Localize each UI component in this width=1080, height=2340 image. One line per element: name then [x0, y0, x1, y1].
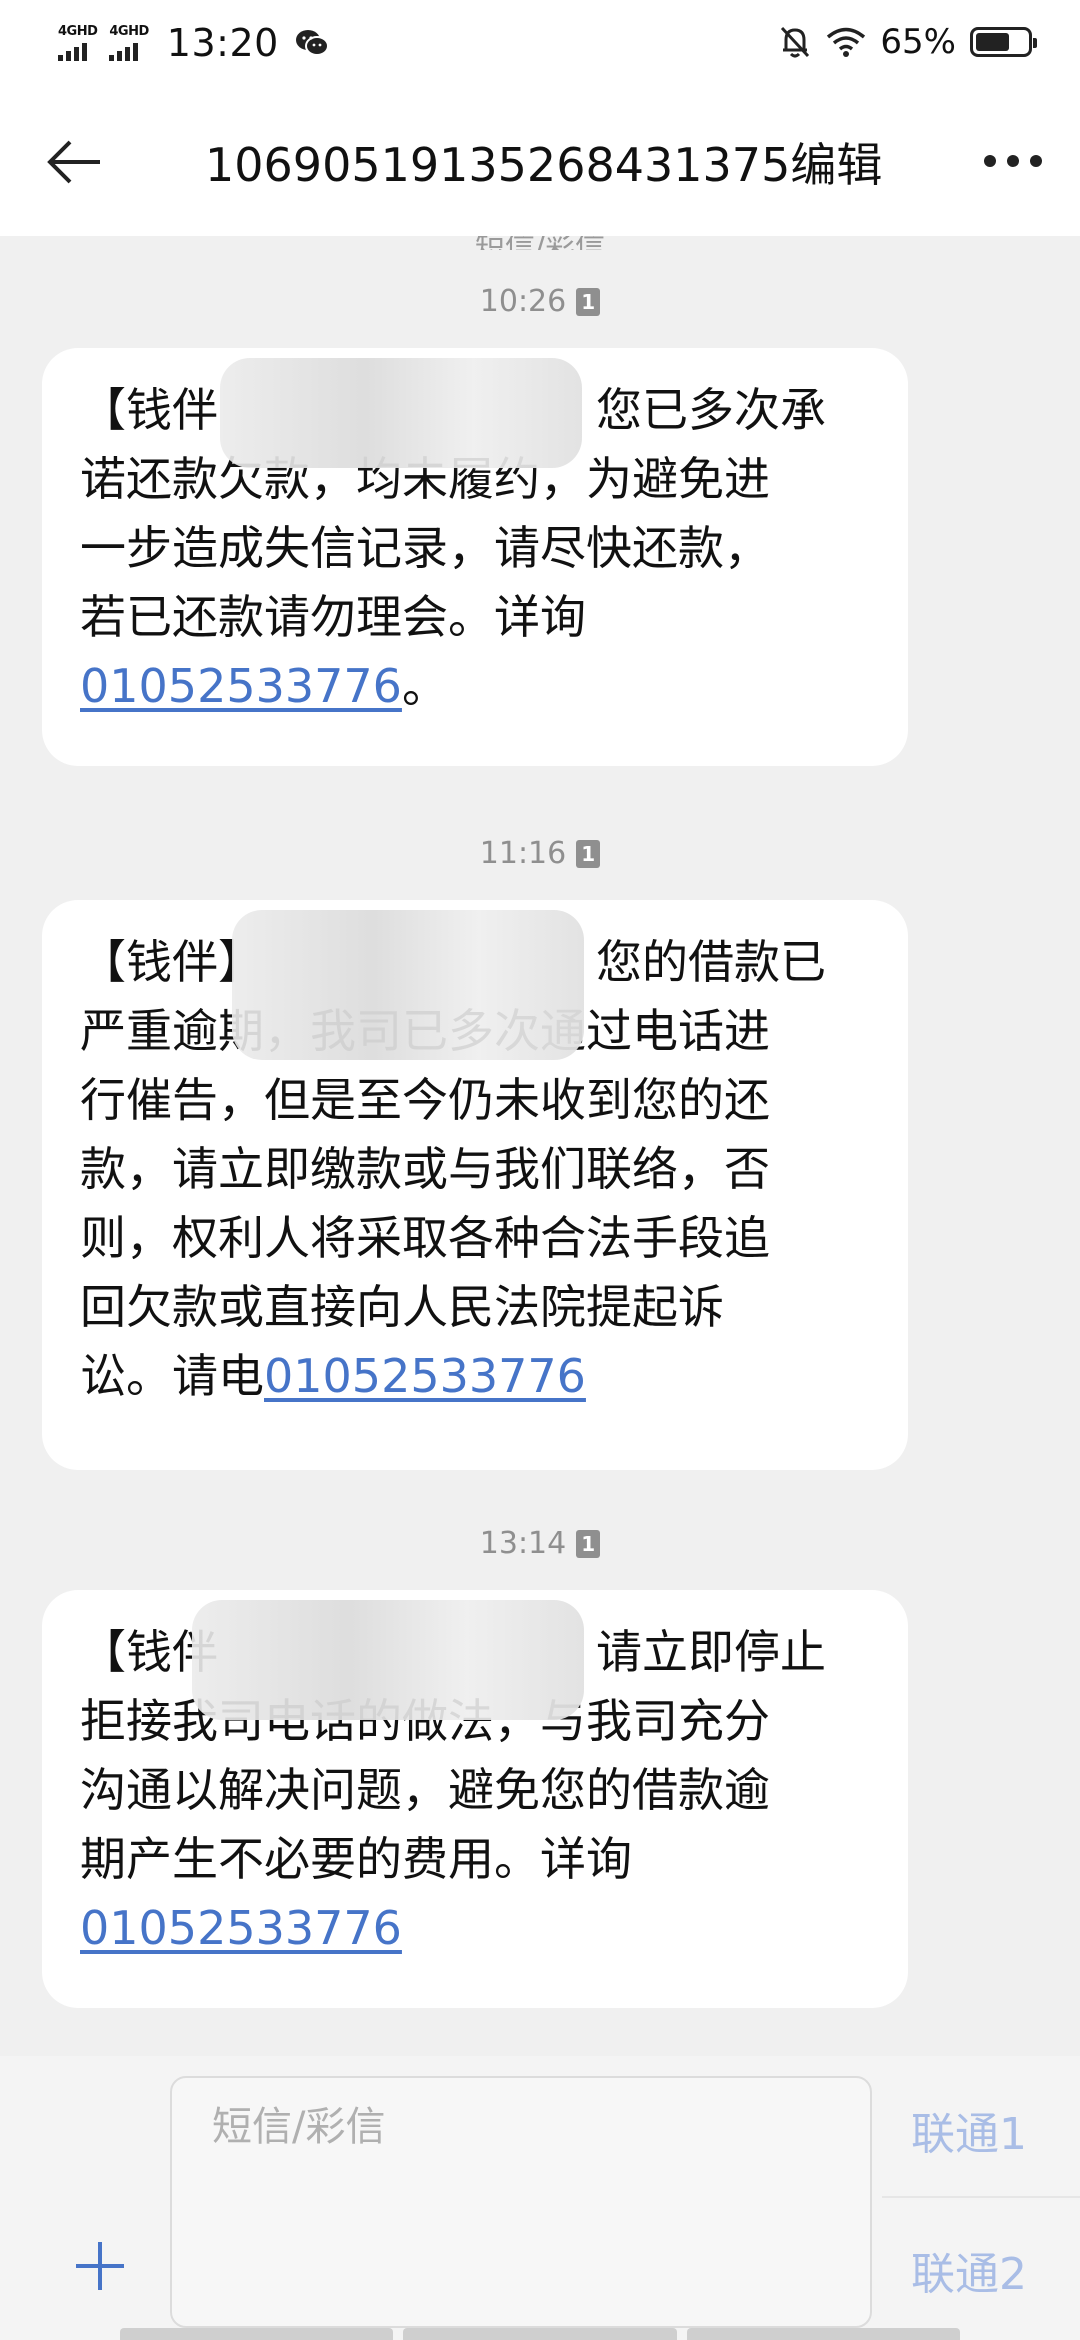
redaction-blur	[192, 1600, 584, 1720]
plus-icon[interactable]	[72, 2238, 128, 2294]
conversation-title: 1069051913526843​1375编辑	[205, 138, 883, 192]
message-bubble[interactable]: 【钱伴】您的借款已 严重逾期，我司已多次通过电话进 行催告，但是至今仍未收到您的…	[42, 900, 908, 1470]
sim-badge: 1	[576, 839, 601, 868]
status-left: 4GHD 4GHD 13:20	[58, 18, 329, 68]
message-text: 您的借款已	[596, 935, 826, 989]
battery-icon	[970, 27, 1037, 57]
battery-percent: 65%	[880, 22, 956, 62]
navigation-bar	[120, 2328, 960, 2340]
message-input[interactable]: 短信/彩信	[170, 2076, 872, 2328]
sim-badge: 1	[576, 1529, 601, 1558]
signal-indicator-1: 4GHD	[58, 24, 98, 61]
message-line: 01052533776	[80, 1894, 872, 1963]
composer-bar: 短信/彩信 联通1 联通2	[0, 2056, 1080, 2340]
message-bubble[interactable]: 【钱伴 您已多次承 诺还款欠款，均未履约，为避免进 一步造成失信记录，请尽快还款，…	[42, 348, 908, 766]
back-arrow-icon[interactable]	[40, 132, 110, 192]
message-timestamp: 13:14 1	[0, 1526, 1080, 1561]
message-line: 款，请立即缴款或与我们联络，否	[80, 1142, 770, 1196]
wifi-icon	[827, 27, 866, 57]
clock: 13:20	[166, 21, 279, 65]
phone-link[interactable]: 01052533776	[80, 659, 402, 713]
wechat-icon	[295, 30, 329, 56]
message-text: 您已多次承	[596, 383, 826, 437]
input-placeholder: 短信/彩信	[212, 2104, 386, 2150]
phone-link[interactable]: 01052533776	[80, 1901, 402, 1955]
message-line: 若已还款请勿理会。详询	[80, 590, 586, 644]
conversation-header: 1069051913526843​1375编辑	[0, 90, 1080, 236]
message-line: 一步造成失信记录，请尽快还款，	[80, 521, 770, 575]
status-bar: 4GHD 4GHD 13:20 65%	[0, 0, 1080, 90]
message-timestamp: 11:16 1	[0, 836, 1080, 871]
message-line: 回欠款或直接向人民法院提起诉	[80, 1280, 724, 1334]
send-sim2-button[interactable]: 联通2	[884, 2238, 1054, 2302]
phone-link[interactable]: 01052533776	[264, 1349, 586, 1403]
more-icon[interactable]	[978, 136, 1048, 186]
message-timestamp: 10:26 1	[0, 284, 1080, 319]
sim-badge: 1	[576, 287, 601, 316]
signal-bars-icon	[109, 41, 139, 61]
mute-bell-icon	[781, 26, 810, 58]
redaction-blur	[220, 358, 582, 468]
signal-indicator-2: 4GHD	[109, 24, 149, 61]
message-text: 请立即停止	[596, 1625, 826, 1679]
signal-bars-icon	[58, 41, 87, 61]
message-bubble[interactable]: 【钱伴 请立即停止 拒接我司电话的做法，与我司充分 沟通以解决问题，避免您的借款逾…	[42, 1590, 908, 2008]
divider	[882, 2196, 1080, 2198]
timestamp-text: 11:16	[479, 836, 567, 871]
message-line: 讼。请电01052533776	[80, 1342, 872, 1411]
signal-label-1: 4GHD	[58, 24, 98, 39]
message-line: 行催告，但是至今仍未收到您的还	[80, 1073, 770, 1127]
message-line: 01052533776。	[80, 652, 872, 721]
message-text: 。	[401, 659, 448, 713]
channel-label: 短信/彩信	[0, 236, 1080, 250]
timestamp-text: 10:26	[479, 284, 567, 319]
signal-label-2: 4GHD	[109, 24, 149, 39]
message-line: 沟通以解决问题，避免您的借款逾	[80, 1763, 770, 1817]
redaction-blur	[232, 910, 584, 1060]
message-line: 期产生不必要的费用。详询	[80, 1832, 632, 1886]
message-line: 则，权利人将采取各种合法手段追	[80, 1211, 770, 1265]
send-sim1-button[interactable]: 联通1	[884, 2098, 1054, 2162]
message-text: 【钱伴	[80, 383, 218, 437]
timestamp-text: 13:14	[479, 1526, 567, 1561]
status-right: 65%	[778, 20, 1037, 64]
message-thread[interactable]: 短信/彩信 10:26 1 【钱伴您已多次承 诺还款欠款，均未履约，为避免进 一…	[0, 236, 1080, 2056]
message-text: 讼。请电	[80, 1349, 264, 1403]
